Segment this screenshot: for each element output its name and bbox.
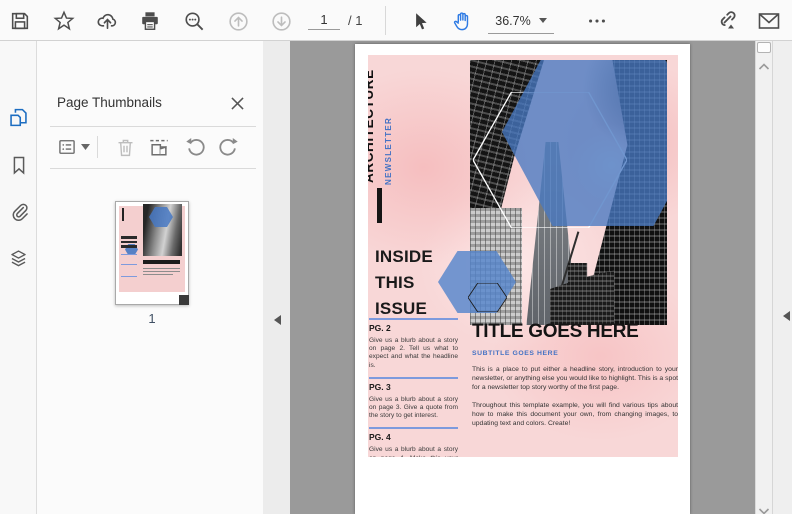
toc-list: PG. 2 Give us a blurb about a story on p… xyxy=(369,318,458,457)
pdf-viewer-window: / 1 36.7% xyxy=(0,0,792,514)
rotate-ccw-icon[interactable] xyxy=(184,135,208,159)
right-panel-splitter[interactable] xyxy=(772,41,792,514)
save-icon[interactable] xyxy=(8,9,32,33)
masthead-subtitle: NEWSLETTER xyxy=(384,116,393,185)
print-icon[interactable] xyxy=(138,9,162,33)
left-panel-splitter[interactable] xyxy=(263,41,290,514)
pointer-tool-icon[interactable] xyxy=(408,9,432,33)
zoom-level-value: 36.7% xyxy=(495,13,531,28)
attachments-icon[interactable] xyxy=(7,200,30,223)
close-icon[interactable] xyxy=(229,95,245,111)
story-paragraph: Throughout this template example, you wi… xyxy=(472,401,678,428)
vertical-scrollbar[interactable] xyxy=(755,41,772,514)
page-navigation: / 1 xyxy=(308,10,362,30)
masthead-accent-bar xyxy=(377,188,382,223)
document-canvas[interactable]: ARCHITECTURE NEWSLETTER INSIDE THIS ISSU… xyxy=(290,41,755,514)
expand-right-panel-icon[interactable] xyxy=(778,311,790,321)
hexagon-outline-small xyxy=(468,283,507,312)
email-icon[interactable] xyxy=(757,9,781,33)
masthead-title: ARCHITECTURE xyxy=(368,69,376,183)
panel-divider xyxy=(50,168,256,169)
toc-body: Give us a blurb about a story on page 2.… xyxy=(369,337,458,369)
story-paragraph: This is a place to put either a headline… xyxy=(472,366,678,392)
thumbnail-resize-handle[interactable] xyxy=(179,295,189,305)
more-options-icon[interactable] xyxy=(585,9,609,33)
newsletter-front-page: ARCHITECTURE NEWSLETTER INSIDE THIS ISSU… xyxy=(368,55,678,457)
page-total-label: / 1 xyxy=(348,12,363,28)
bookmarks-icon[interactable] xyxy=(7,153,30,176)
thumbnail-page-number: 1 xyxy=(148,311,156,326)
story-title: TITLE GOES HERE xyxy=(472,321,639,342)
search-icon[interactable] xyxy=(182,9,206,33)
page-number-input[interactable] xyxy=(308,10,340,30)
panel-divider xyxy=(50,126,256,127)
story-subtitle: SUBTITLE GOES HERE xyxy=(472,350,559,357)
toc-rule xyxy=(369,376,458,379)
trash-icon[interactable] xyxy=(113,135,137,159)
star-icon[interactable] xyxy=(52,9,76,33)
toc-body: Give us a blurb about a story on page 4.… xyxy=(369,446,458,457)
toc-rule xyxy=(369,318,458,320)
extract-pages-icon[interactable] xyxy=(147,135,171,159)
share-link-icon[interactable] xyxy=(714,9,738,33)
navigation-rail xyxy=(0,41,37,514)
layers-icon[interactable] xyxy=(7,247,30,270)
scrollbar-thumb[interactable] xyxy=(757,42,771,53)
collapse-left-panel-icon[interactable] xyxy=(269,315,281,325)
toc-rule xyxy=(369,427,458,430)
toolbar: / 1 36.7% xyxy=(0,0,792,41)
page-thumbnails-icon[interactable] xyxy=(7,106,30,129)
scroll-down-icon[interactable] xyxy=(758,502,770,514)
toc-heading: PG. 2 xyxy=(369,323,391,333)
page-thumbnails-panel: Page Thumbnails 1 xyxy=(37,41,263,514)
inside-this-issue-heading: INSIDE THIS ISSUE xyxy=(375,247,433,318)
document-page[interactable]: ARCHITECTURE NEWSLETTER INSIDE THIS ISSU… xyxy=(355,44,690,514)
toc-heading: PG. 4 xyxy=(369,432,391,443)
toolbar-divider xyxy=(385,6,386,35)
hand-tool-icon[interactable] xyxy=(450,9,474,33)
options-caret-icon[interactable] xyxy=(79,135,91,159)
cloud-upload-icon[interactable] xyxy=(95,9,119,33)
previous-page-icon[interactable] xyxy=(226,9,250,33)
scroll-up-icon[interactable] xyxy=(758,58,770,76)
main-story: TITLE GOES HERE SUBTITLE GOES HERE This … xyxy=(472,321,678,428)
panel-toolbar-divider xyxy=(97,136,98,158)
page-thumbnail[interactable] xyxy=(115,201,189,305)
panel-title: Page Thumbnails xyxy=(57,95,162,110)
zoom-control[interactable]: 36.7% xyxy=(488,8,554,34)
options-icon[interactable] xyxy=(55,135,79,159)
rotate-cw-icon[interactable] xyxy=(216,135,240,159)
toc-body: Give us a blurb about a story on page 3.… xyxy=(369,395,458,420)
next-page-icon[interactable] xyxy=(269,9,293,33)
chevron-down-icon xyxy=(538,18,547,27)
toc-heading: PG. 3 xyxy=(369,381,391,392)
